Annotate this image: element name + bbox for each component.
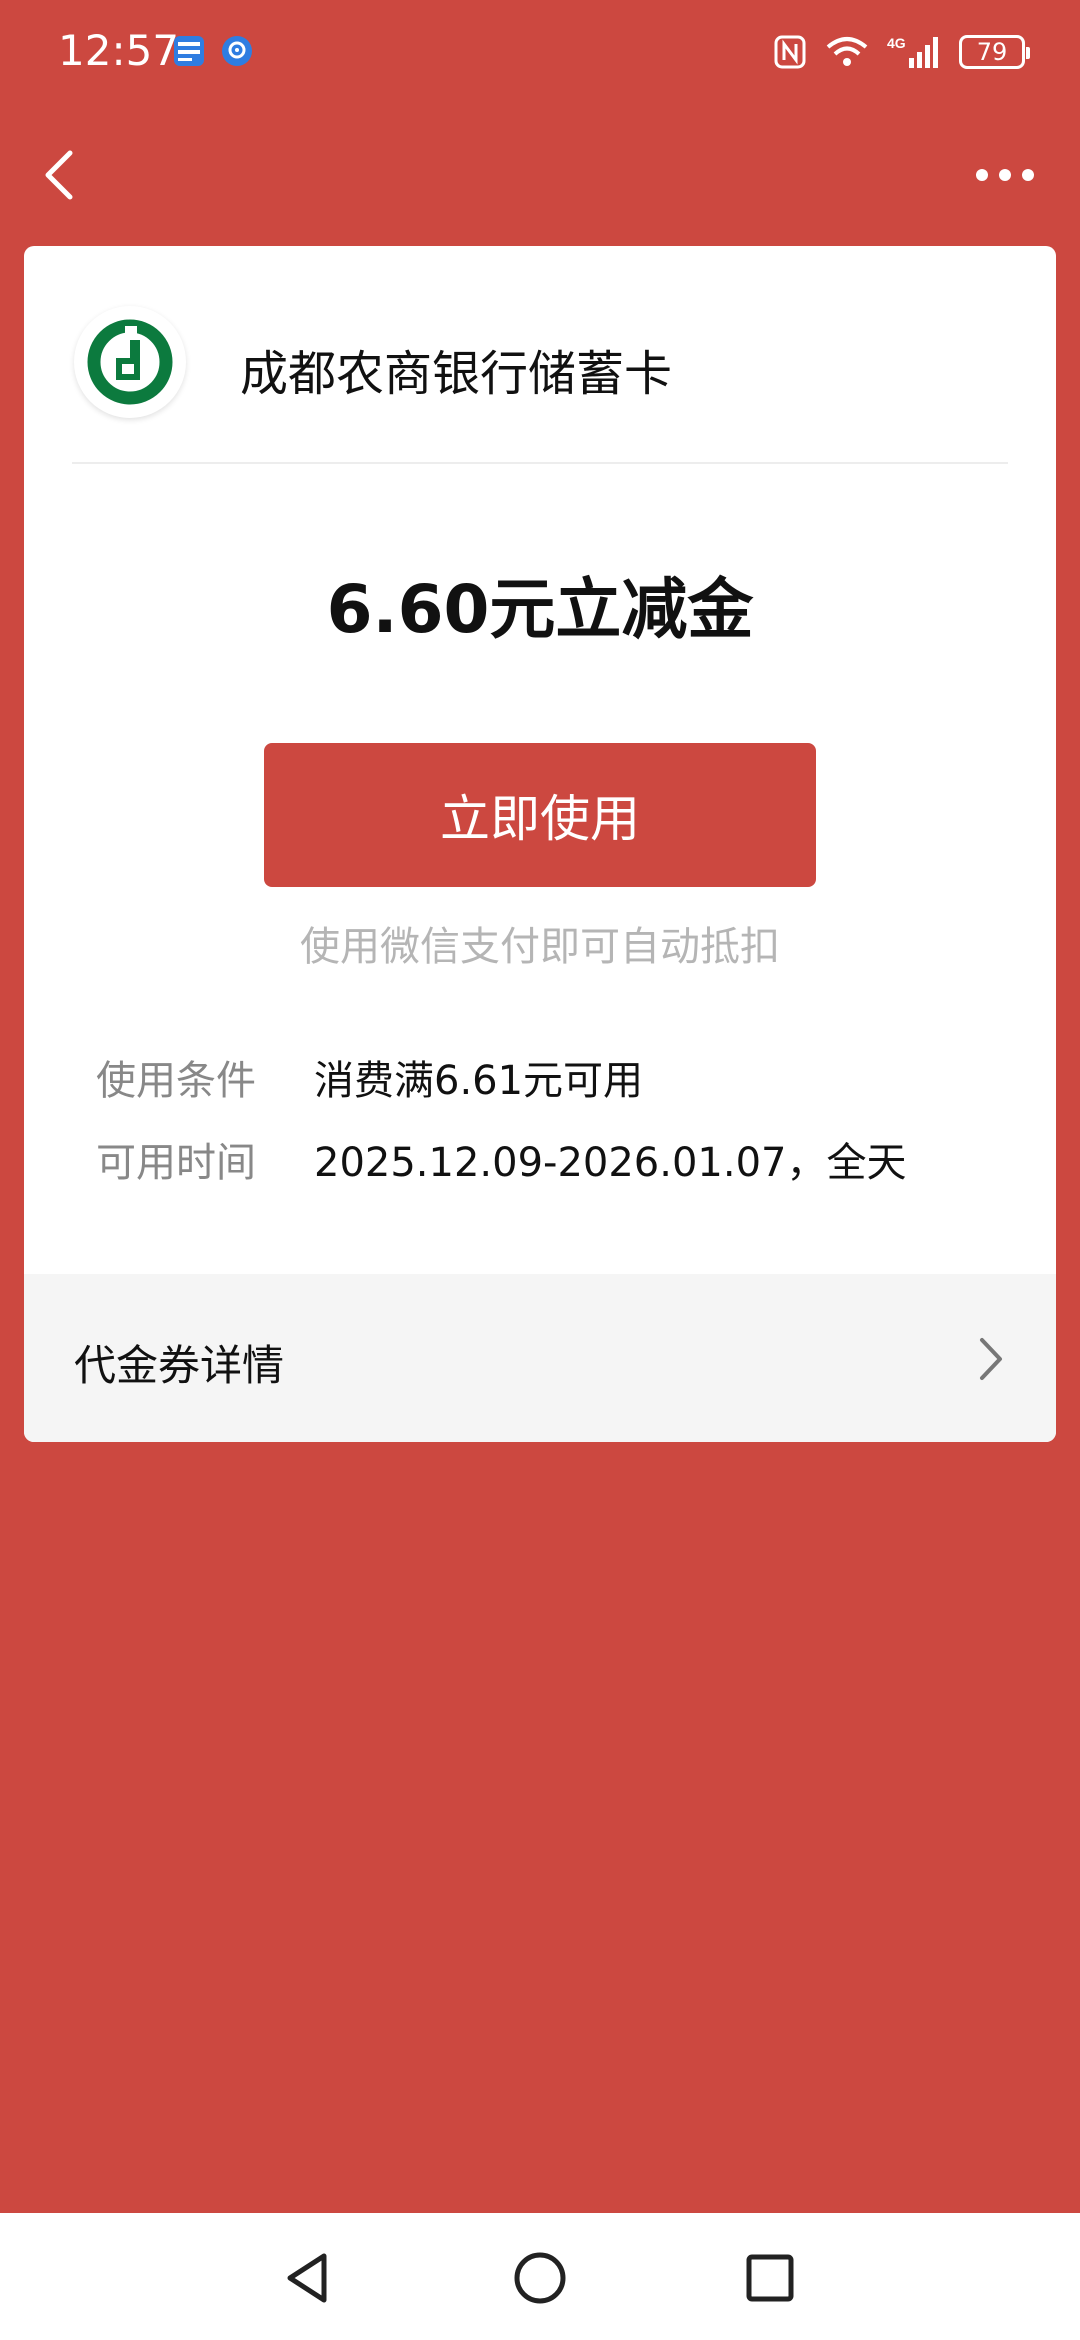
battery-indicator: 79 — [959, 35, 1030, 69]
auto-deduct-hint: 使用微信支付即可自动抵扣 — [300, 924, 780, 970]
nfc-icon — [774, 35, 806, 69]
status-icons: 4G 79 — [773, 30, 1030, 74]
validity-value: 2025.12.09-2026.01.07，全天 — [314, 1140, 907, 1186]
nav-back-button[interactable] — [278, 2248, 338, 2308]
svg-text:4G: 4G — [887, 35, 906, 51]
condition-label: 使用条件 — [96, 1058, 256, 1104]
condition-value: 消费满6.61元可用 — [314, 1058, 644, 1104]
system-nav-bar — [0, 2213, 1080, 2340]
app-notification-icon — [174, 36, 204, 66]
top-nav — [0, 125, 1080, 225]
coupon-details-label: 代金券详情 — [74, 1341, 285, 1390]
chevron-right-icon — [976, 1334, 1006, 1384]
status-time: 12:57 — [58, 26, 180, 75]
back-button[interactable] — [40, 145, 90, 205]
coupon-amount-title: 6.60元立减金 — [326, 571, 754, 648]
signal-icon: 4G — [887, 35, 938, 68]
square-recents-icon — [746, 2254, 794, 2302]
coupon-details-row[interactable]: 代金券详情 — [24, 1274, 1056, 1442]
circle-home-icon — [514, 2252, 566, 2304]
validity-label: 可用时间 — [96, 1140, 256, 1186]
chat-notification-icon — [222, 36, 252, 66]
more-icon — [976, 169, 1034, 181]
divider — [72, 462, 1008, 464]
bank-logo — [74, 306, 186, 418]
nav-home-button[interactable] — [510, 2248, 570, 2308]
status-bar: 12:57 4G 79 — [0, 0, 1080, 105]
use-now-button[interactable]: 立即使用 — [264, 743, 816, 887]
triangle-back-icon — [287, 2253, 327, 2303]
validity-row: 可用时间 2025.12.09-2026.01.07，全天 — [96, 1118, 906, 1200]
back-icon — [45, 150, 73, 200]
wifi-icon — [826, 37, 868, 66]
condition-row: 使用条件 消费满6.61元可用 — [96, 1036, 906, 1118]
coupon-card: 成都农商银行储蓄卡 6.60元立减金 立即使用 使用微信支付即可自动抵扣 使用条… — [24, 246, 1056, 1442]
bank-name: 成都农商银行储蓄卡 — [240, 346, 673, 402]
more-button[interactable] — [970, 145, 1040, 205]
bank-row: 成都农商银行储蓄卡 — [74, 306, 1006, 436]
coupon-conditions: 使用条件 消费满6.61元可用 可用时间 2025.12.09-2026.01.… — [96, 1036, 906, 1200]
nav-recents-button[interactable] — [740, 2248, 800, 2308]
